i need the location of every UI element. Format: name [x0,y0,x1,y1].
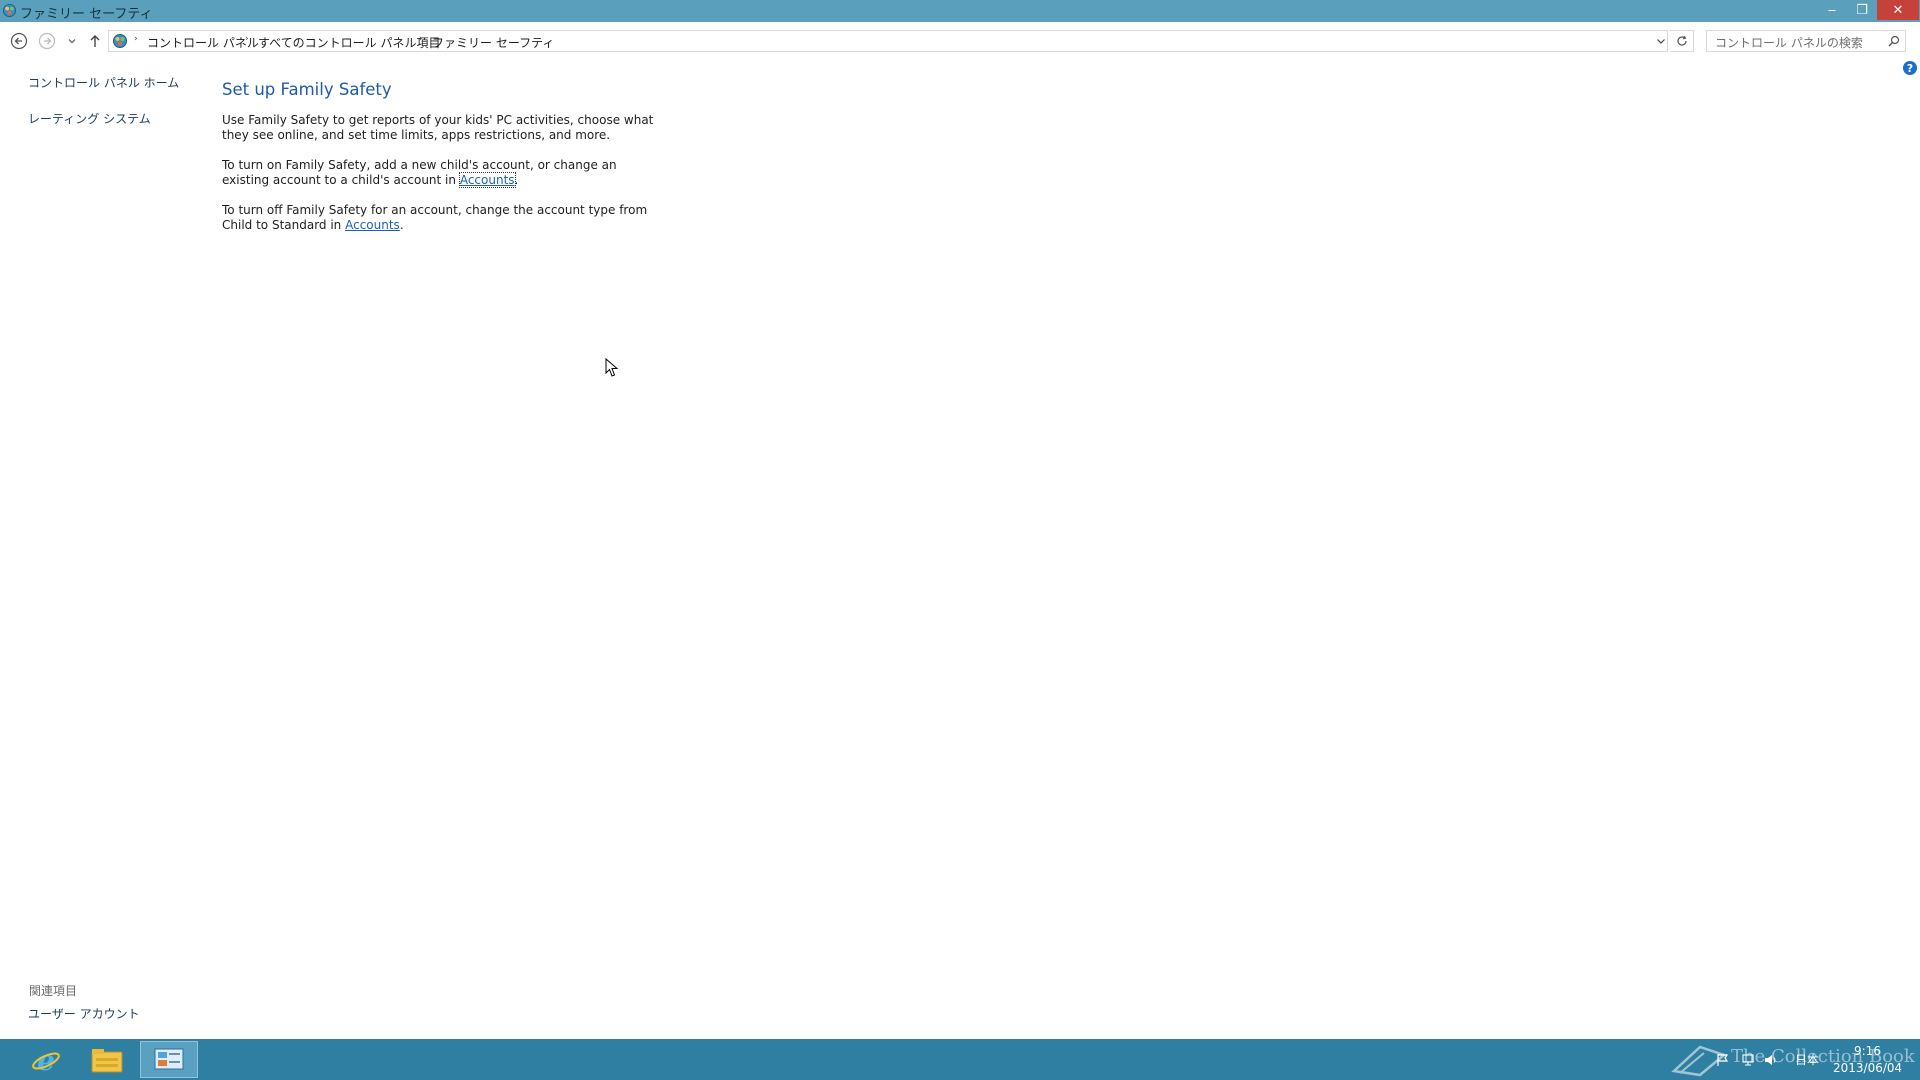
turn-on-text: To turn on Family Safety, add a new chil… [222,158,617,187]
chevron-down-icon [68,39,76,44]
recent-locations-button[interactable] [64,30,80,52]
taskbar-control-panel[interactable] [140,1041,198,1078]
up-arrow-icon [90,35,100,47]
svg-text:e: e [37,1044,55,1076]
ime-indicator[interactable]: 日本 [1795,1051,1819,1068]
breadcrumb-control-panel[interactable]: コントロール パネル [147,34,259,51]
folder-icon [91,1048,123,1072]
control-panel-icon [2,3,17,18]
restore-button[interactable]: ❐ [1847,0,1877,20]
address-bar[interactable]: › コントロール パネル › すべてのコントロール パネル項目 › ファミリー … [108,30,1668,52]
control-panel-home-link[interactable]: コントロール パネル ホーム [28,74,179,91]
search-input[interactable]: コントロール パネルの検索 [1706,30,1906,52]
breadcrumb-separator[interactable]: › [245,34,249,44]
speaker-icon[interactable] [1764,1053,1778,1067]
intro-paragraph: Use Family Safety to get reports of your… [222,113,654,142]
up-button[interactable] [84,30,106,52]
breadcrumb-separator[interactable]: › [419,34,423,44]
back-arrow-icon [10,32,28,50]
period-text: . [399,218,404,232]
chevron-down-icon[interactable] [1654,34,1668,48]
clock-date[interactable]: 2013/06/04 [1833,1061,1902,1075]
taskbar-internet-explorer[interactable]: e [17,1041,75,1078]
rating-systems-link[interactable]: レーティング システム [28,110,151,127]
control-panel-icon [113,34,127,48]
network-icon[interactable] [1741,1053,1755,1067]
breadcrumb-all-items[interactable]: すべてのコントロール パネル項目 [258,34,441,51]
page-title: Set up Family Safety [222,80,392,99]
forward-arrow-icon [38,32,56,50]
title-bar: ファミリー セーフティ ‒ ❐ ✕ [0,0,1920,22]
accounts-link[interactable]: Accounts [345,218,400,232]
taskbar-file-explorer[interactable] [78,1041,136,1078]
flag-icon[interactable] [1716,1053,1730,1067]
period-text: . [514,173,519,187]
search-placeholder: コントロール パネルの検索 [1715,36,1863,50]
navigation-bar: › コントロール パネル › すべてのコントロール パネル項目 › ファミリー … [0,22,1920,60]
taskbar: e The Collection Book 日本 9:16 2013/06/04 [0,1039,1920,1080]
desktop: ファミリー セーフティ ‒ ❐ ✕ › コントロール パネル › すべてのコント… [0,0,1920,1080]
breadcrumb-separator[interactable]: › [134,34,138,44]
close-button[interactable]: ✕ [1877,0,1919,20]
refresh-button[interactable] [1670,30,1694,52]
turn-on-paragraph: To turn on Family Safety, add a new chil… [222,158,662,188]
mouse-cursor-icon [605,358,619,377]
refresh-icon [1676,35,1687,46]
help-icon[interactable]: ? [1903,61,1917,75]
breadcrumb-family-safety[interactable]: ファミリー セーフティ [432,34,554,51]
related-items-heading: 関連項目 [29,984,78,998]
accounts-link[interactable]: Accounts [458,172,516,188]
internet-explorer-icon: e [32,1044,60,1076]
control-panel-icon [154,1048,184,1069]
search-icon[interactable] [1887,34,1901,48]
window-title: ファミリー セーフティ [20,7,153,22]
back-button[interactable] [8,30,30,52]
minimize-button[interactable]: ‒ [1817,0,1847,20]
clock-time[interactable]: 9:16 [1854,1044,1881,1058]
user-accounts-link[interactable]: ユーザー アカウント [28,1005,140,1022]
turn-off-paragraph: To turn off Family Safety for an account… [222,203,662,233]
forward-button[interactable] [36,30,58,52]
turn-off-text: To turn off Family Safety for an account… [222,203,648,232]
